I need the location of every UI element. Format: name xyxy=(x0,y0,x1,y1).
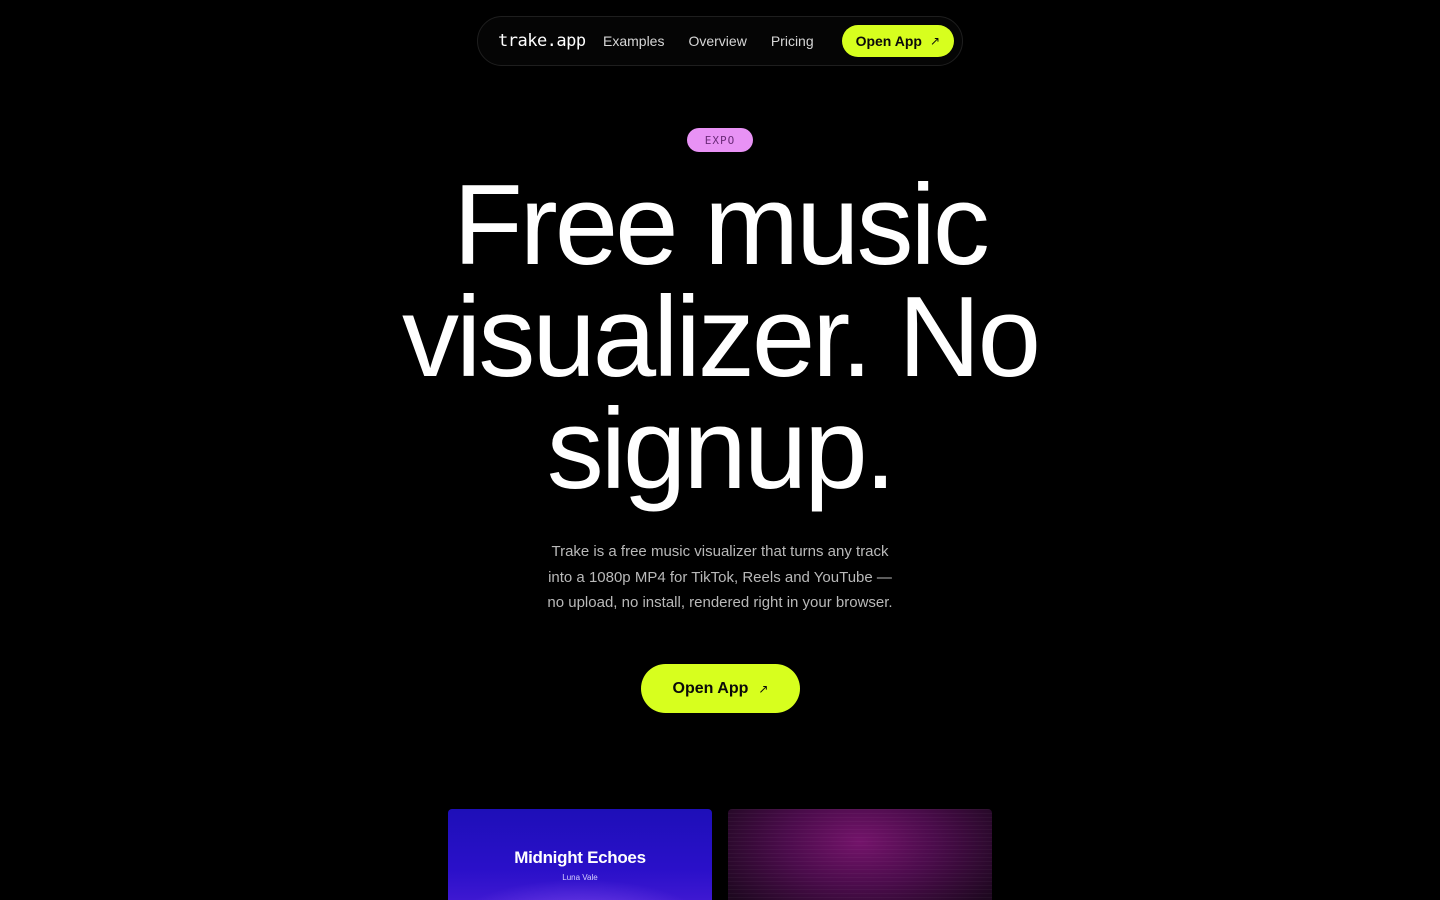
headline-line-2: visualizer. No xyxy=(402,274,1041,401)
nav-link-pricing[interactable]: Pricing xyxy=(771,33,814,49)
example-card-title: Midnight Echoes xyxy=(514,848,646,867)
example-card-2[interactable] xyxy=(728,809,992,900)
landing-page: trake.app Examples Overview Pricing Open… xyxy=(0,0,1440,900)
example-card-midnight-echoes[interactable]: Midnight Echoes Luna Vale xyxy=(448,809,712,900)
headline-line-3: signup. xyxy=(546,386,897,513)
subtitle-line-3: no upload, no install, rendered right in… xyxy=(547,594,893,611)
hero-headline: Free music visualizer. No signup. xyxy=(320,162,1120,513)
hero-open-app-label: Open App xyxy=(672,679,749,697)
logo[interactable]: trake.app xyxy=(498,31,586,51)
subtitle-line-1: Trake is a free music visualizer that tu… xyxy=(551,543,889,560)
example-card-artist: Luna Vale xyxy=(562,873,598,882)
hero-subtitle: Trake is a free music visualizer that tu… xyxy=(520,539,920,616)
arrow-up-right-icon: ↗ xyxy=(758,681,769,696)
headline-line-1: Free music xyxy=(453,162,990,289)
arrow-up-right-icon: ↗ xyxy=(929,34,940,48)
subtitle-line-2: into a 1080p MP4 for TikTok, Reels and Y… xyxy=(548,568,892,586)
expo-badge: EXPO xyxy=(687,128,753,152)
nav-links: Examples Overview Pricing xyxy=(603,33,814,49)
nav-open-app-label: Open App xyxy=(855,33,922,49)
nav-link-overview[interactable]: Overview xyxy=(688,33,746,49)
hero-open-app-button[interactable]: Open App ↗ xyxy=(641,664,800,713)
nav-open-app-button[interactable]: Open App ↗ xyxy=(841,25,954,57)
nav-link-examples[interactable]: Examples xyxy=(603,33,664,49)
top-nav: trake.app Examples Overview Pricing Open… xyxy=(477,16,963,66)
